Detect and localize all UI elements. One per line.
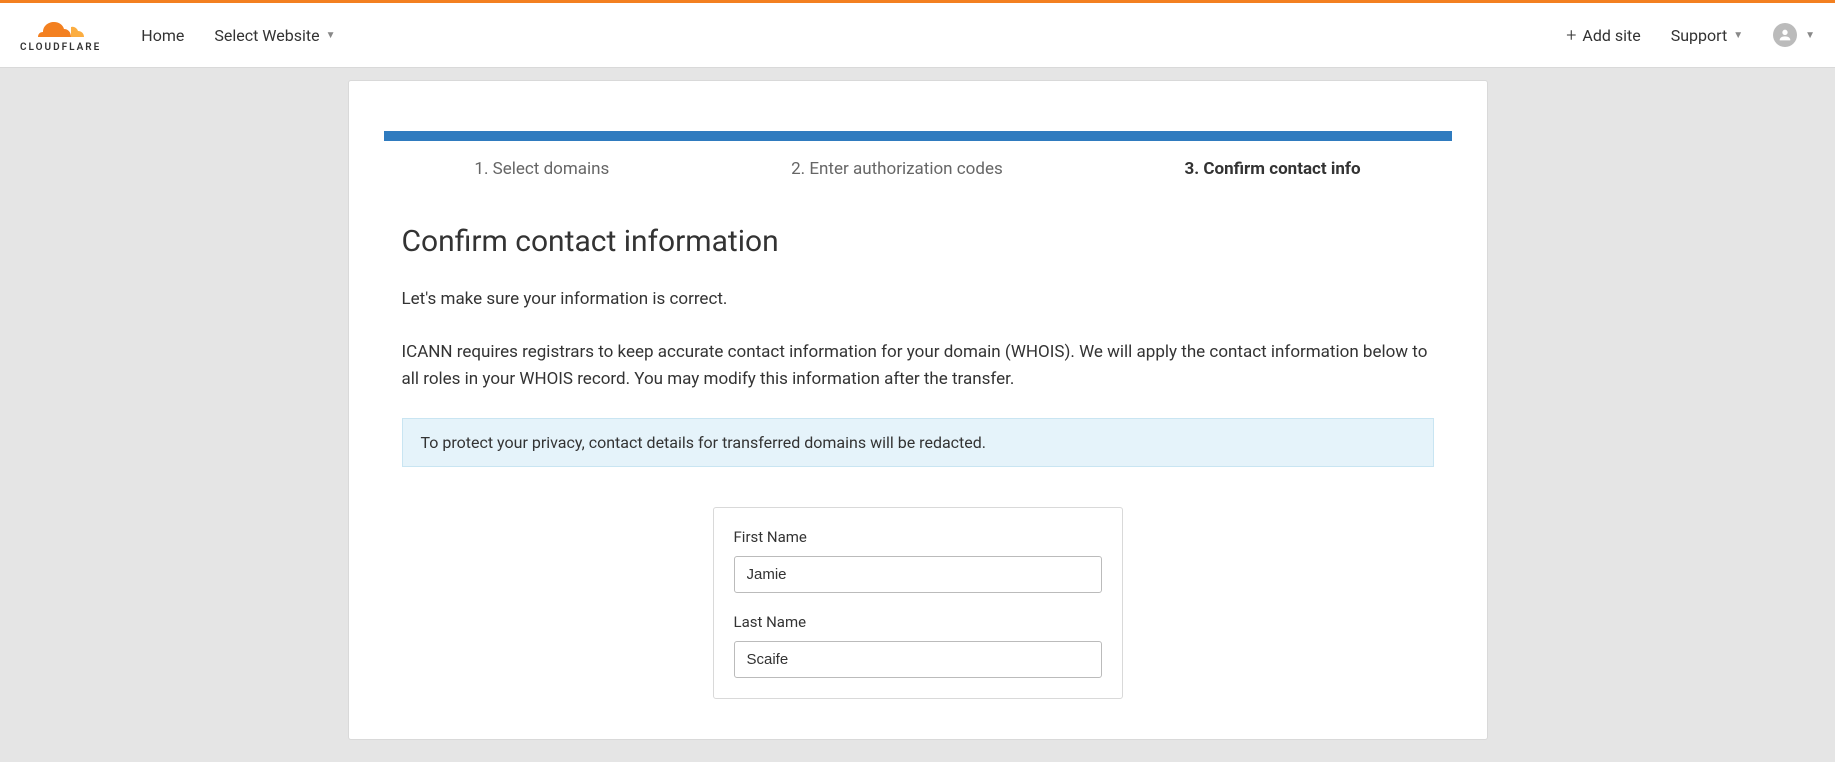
cloud-icon [36, 17, 86, 42]
content-area: Confirm contact information Let's make s… [384, 224, 1452, 699]
nav-select-website-label: Select Website [214, 26, 319, 45]
avatar-icon [1773, 23, 1797, 47]
step-enter-auth-codes: 2. Enter authorization codes [791, 159, 1003, 179]
support-menu[interactable]: Support ▼ [1671, 26, 1743, 45]
cloudflare-logo[interactable]: CLOUDFLARE [20, 17, 101, 53]
first-name-label: First Name [734, 528, 1102, 546]
last-name-label: Last Name [734, 613, 1102, 631]
progress-bar [384, 131, 1452, 141]
add-site-label: Add site [1582, 26, 1640, 45]
nav-home[interactable]: Home [141, 26, 184, 45]
last-name-group: Last Name [734, 613, 1102, 678]
last-name-input[interactable] [734, 641, 1102, 678]
user-menu[interactable]: ▼ [1773, 23, 1815, 47]
page-title: Confirm contact information [402, 224, 1434, 259]
header-right: + Add site Support ▼ ▼ [1566, 23, 1815, 47]
chevron-down-icon: ▼ [1805, 30, 1815, 41]
step-confirm-contact: 3. Confirm contact info [1185, 159, 1361, 179]
chevron-down-icon: ▼ [1733, 30, 1743, 41]
plus-icon: + [1566, 25, 1576, 46]
nav-select-website[interactable]: Select Website ▼ [214, 26, 335, 45]
page-subtitle: Let's make sure your information is corr… [402, 289, 1434, 309]
support-label: Support [1671, 26, 1727, 45]
privacy-info-banner: To protect your privacy, contact details… [402, 418, 1434, 467]
nav-home-label: Home [141, 26, 184, 45]
header-left: CLOUDFLARE Home Select Website ▼ [20, 17, 335, 53]
contact-form: First Name Last Name [713, 507, 1123, 699]
first-name-group: First Name [734, 528, 1102, 593]
logo-text: CLOUDFLARE [20, 42, 101, 53]
steps-row: 1. Select domains 2. Enter authorization… [384, 159, 1452, 179]
step-select-domains: 1. Select domains [474, 159, 609, 179]
chevron-down-icon: ▼ [326, 30, 336, 41]
main-header: CLOUDFLARE Home Select Website ▼ + Add s… [0, 3, 1835, 68]
first-name-input[interactable] [734, 556, 1102, 593]
main-panel: 1. Select domains 2. Enter authorization… [348, 80, 1488, 740]
add-site-button[interactable]: + Add site [1566, 25, 1641, 46]
page-description: ICANN requires registrars to keep accura… [402, 339, 1434, 393]
